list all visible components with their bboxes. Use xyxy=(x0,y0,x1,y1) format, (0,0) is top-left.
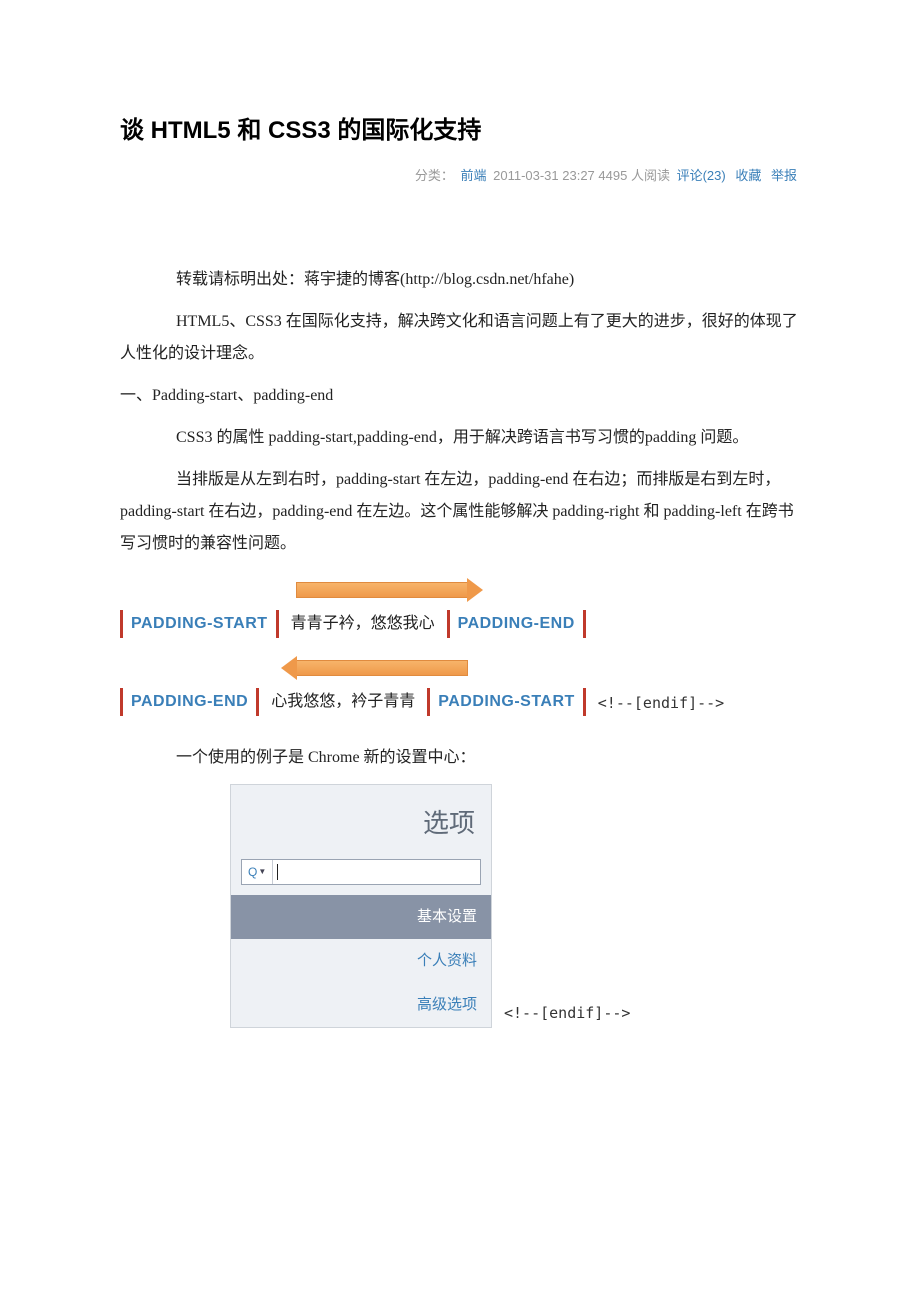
padding-diagram: PADDING-START 青青子衿，悠悠我心 PADDING-END PADD… xyxy=(120,578,800,718)
chrome-settings-panel: 选项 Q▼ 基本设置 个人资料 高级选项 xyxy=(230,784,492,1028)
diagram-row-ltr: PADDING-START 青青子衿，悠悠我心 PADDING-END xyxy=(120,608,800,640)
article-title: 谈 HTML5 和 CSS3 的国际化支持 xyxy=(120,110,800,145)
chrome-search-input[interactable]: Q▼ xyxy=(241,859,481,885)
rtl-sample-text: 心我悠悠，衿子青青 xyxy=(265,686,421,718)
arrow-left-icon xyxy=(296,660,468,676)
divider-bar xyxy=(276,610,279,638)
chrome-nav-item-basic[interactable]: 基本设置 xyxy=(231,895,491,939)
meta-favorite-link[interactable]: 收藏 xyxy=(735,168,761,183)
divider-bar xyxy=(120,610,123,638)
search-glyph: Q xyxy=(248,860,257,884)
diagram-row-rtl: PADDING-END 心我悠悠，衿子青青 PADDING-START xyxy=(120,686,586,718)
search-icon[interactable]: Q▼ xyxy=(242,860,273,884)
section-1-p2: 当排版是从左到右时，padding-start 在左边，padding-end … xyxy=(120,464,800,560)
label-padding-end: PADDING-END xyxy=(129,686,250,718)
intro-paragraph: HTML5、CSS3 在国际化支持，解决跨文化和语言问题上有了更大的进步，很好的… xyxy=(120,306,800,370)
arrow-right-icon xyxy=(296,582,468,598)
label-padding-end: PADDING-END xyxy=(456,608,577,640)
divider-bar xyxy=(427,688,430,716)
divider-bar xyxy=(256,688,259,716)
meta-comments-link[interactable]: 评论(23) xyxy=(677,168,726,183)
chevron-down-icon: ▼ xyxy=(258,864,266,880)
example-intro: 一个使用的例子是 Chrome 新的设置中心： xyxy=(120,742,800,774)
endif-comment: <!--[endif]--> xyxy=(598,688,724,718)
divider-bar xyxy=(447,610,450,638)
meta-views: 4495 人阅读 xyxy=(598,168,670,183)
meta-report-link[interactable]: 举报 xyxy=(771,168,797,183)
chrome-panel-title: 选项 xyxy=(231,785,491,859)
section-1-p1: CSS3 的属性 padding-start,padding-end，用于解决跨… xyxy=(120,422,800,454)
ltr-sample-text: 青青子衿，悠悠我心 xyxy=(285,608,441,640)
divider-bar xyxy=(583,610,586,638)
text-cursor xyxy=(277,864,278,880)
meta-category-link[interactable]: 前端 xyxy=(460,168,486,183)
endif-comment: <!--[endif]--> xyxy=(504,998,630,1028)
meta-category-label: 分类： xyxy=(415,168,454,183)
chrome-nav-item-advanced[interactable]: 高级选项 xyxy=(231,983,491,1027)
label-padding-start: PADDING-START xyxy=(129,608,270,640)
article-meta: 分类： 前端 2011-03-31 23:27 4495 人阅读 评论(23) … xyxy=(120,165,800,184)
section-1-title: 一、Padding-start、padding-end xyxy=(120,380,800,412)
chrome-nav-item-profile[interactable]: 个人资料 xyxy=(231,939,491,983)
meta-datetime: 2011-03-31 23:27 xyxy=(493,168,595,183)
divider-bar xyxy=(583,688,586,716)
source-notice: 转载请标明出处：蒋宇捷的博客(http://blog.csdn.net/hfah… xyxy=(120,264,800,296)
label-padding-start: PADDING-START xyxy=(436,686,577,718)
divider-bar xyxy=(120,688,123,716)
